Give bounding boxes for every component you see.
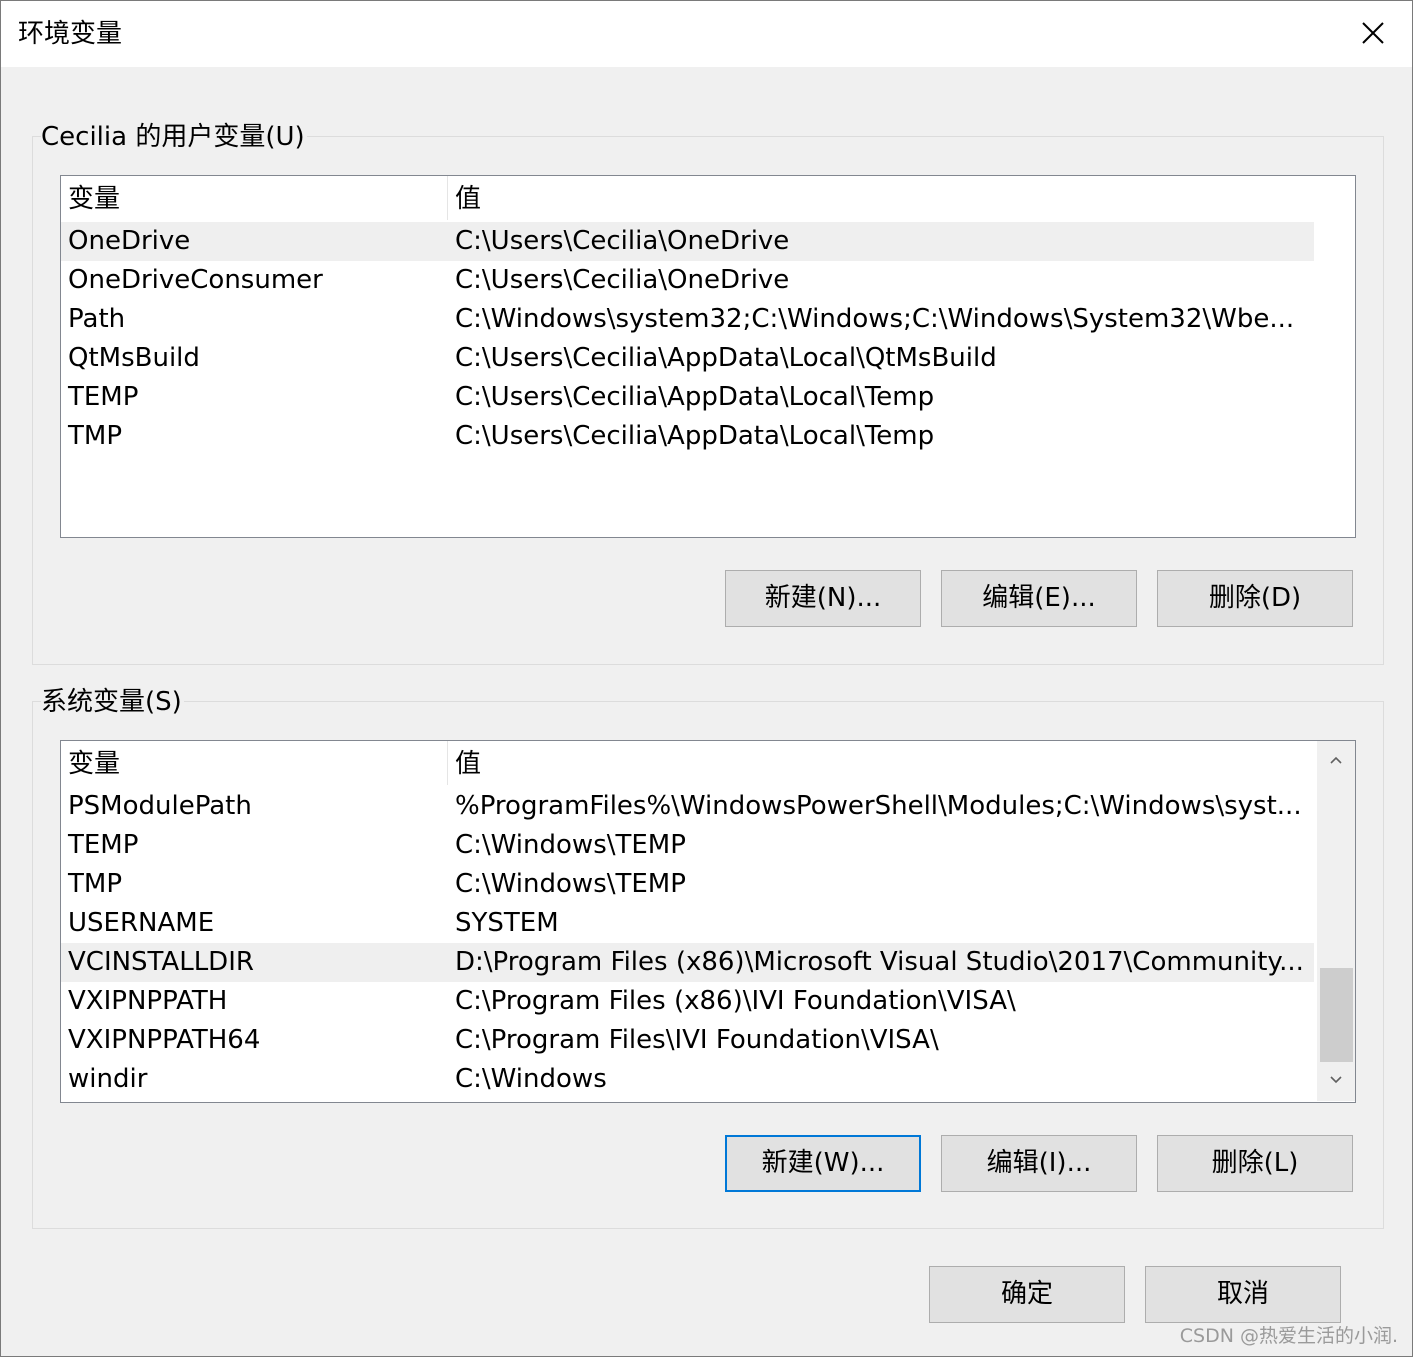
variable-name: TEMP <box>68 830 139 860</box>
table-row[interactable]: QtMsBuild C:\Users\Cecilia\AppData\Local\… <box>61 339 1314 378</box>
chevron-down-icon <box>1330 1076 1342 1084</box>
scroll-up-button[interactable] <box>1317 741 1355 781</box>
table-row[interactable]: PSModulePath %ProgramFiles%\WindowsPowerS… <box>61 787 1314 826</box>
user-new-button[interactable]: 新建(N)... <box>725 570 921 627</box>
variable-value: C:\Users\Cecilia\OneDrive <box>455 265 790 295</box>
title-bar[interactable]: 环境变量 <box>1 1 1412 67</box>
user-delete-button[interactable]: 删除(D) <box>1157 570 1353 627</box>
list-header: 变量 值 <box>61 741 1314 785</box>
user-variables-label: Cecilia 的用户变量(U) <box>41 120 307 154</box>
table-row[interactable]: USERNAME SYSTEM <box>61 904 1314 943</box>
variable-name: PSModulePath <box>68 791 252 821</box>
system-edit-button[interactable]: 编辑(I)... <box>941 1135 1137 1192</box>
table-row[interactable]: TEMP C:\Windows\TEMP <box>61 826 1314 865</box>
system-delete-button[interactable]: 删除(L) <box>1157 1135 1353 1192</box>
watermark: CSDN @热爱生活的小润. <box>1179 1325 1398 1347</box>
scroll-down-button[interactable] <box>1317 1061 1355 1101</box>
vertical-scrollbar[interactable] <box>1317 741 1355 1101</box>
variable-name: TMP <box>68 421 122 451</box>
column-divider[interactable] <box>447 176 448 220</box>
variable-value: C:\Windows\system32;C:\Windows;C:\Window… <box>455 304 1295 334</box>
variable-name: OneDrive <box>68 226 191 256</box>
variable-name: OneDriveConsumer <box>68 265 323 295</box>
column-header-value[interactable]: 值 <box>455 176 1315 222</box>
variable-value: C:\Users\Cecilia\OneDrive <box>455 226 790 256</box>
variable-name: TEMP <box>68 382 139 412</box>
system-variables-label: 系统变量(S) <box>41 685 184 719</box>
variable-name: VXIPNPPATH64 <box>68 1025 261 1055</box>
cancel-button[interactable]: 取消 <box>1145 1266 1341 1323</box>
variable-value: C:\Program Files\IVI Foundation\VISA\ <box>455 1025 939 1055</box>
variable-value: C:\Windows\TEMP <box>455 830 686 860</box>
table-row[interactable]: VCINSTALLDIR D:\Program Files (x86)\Micro… <box>61 943 1314 982</box>
user-edit-button[interactable]: 编辑(E)... <box>941 570 1137 627</box>
system-new-button[interactable]: 新建(W)... <box>725 1135 921 1192</box>
variable-value: %ProgramFiles%\WindowsPowerShell\Modules… <box>455 791 1302 821</box>
table-row[interactable]: TMP C:\Users\Cecilia\AppData\Local\Temp <box>61 417 1314 456</box>
table-row[interactable]: windir C:\Windows <box>61 1060 1314 1099</box>
table-row[interactable]: VXIPNPPATH64 C:\Program Files\IVI Foundat… <box>61 1021 1314 1060</box>
variable-value: C:\Program Files (x86)\IVI Foundation\VI… <box>455 986 1016 1016</box>
scroll-thumb[interactable] <box>1320 968 1353 1062</box>
column-divider[interactable] <box>447 741 448 785</box>
variable-name: windir <box>68 1064 148 1094</box>
table-row[interactable]: TMP C:\Windows\TEMP <box>61 865 1314 904</box>
variable-name: VCINSTALLDIR <box>68 947 254 977</box>
ok-button[interactable]: 确定 <box>929 1266 1125 1323</box>
variable-name: Path <box>68 304 126 334</box>
column-header-value[interactable]: 值 <box>455 741 1315 787</box>
table-row[interactable]: VXIPNPPATH C:\Program Files (x86)\IVI Fou… <box>61 982 1314 1021</box>
variable-value: C:\Windows\TEMP <box>455 869 686 899</box>
list-header: 变量 值 <box>61 176 1314 220</box>
table-row[interactable]: OneDriveConsumer C:\Users\Cecilia\OneDriv… <box>61 261 1314 300</box>
variable-name: VXIPNPPATH <box>68 986 228 1016</box>
variable-value: C:\Users\Cecilia\AppData\Local\Temp <box>455 421 935 451</box>
table-row[interactable]: Path C:\Windows\system32;C:\Windows;C:\Wi… <box>61 300 1314 339</box>
window-title: 环境变量 <box>18 19 123 49</box>
variable-value: C:\Users\Cecilia\AppData\Local\Temp <box>455 382 935 412</box>
variable-value: D:\Program Files (x86)\Microsoft Visual … <box>455 947 1304 977</box>
close-button[interactable] <box>1332 1 1412 67</box>
close-icon <box>1362 22 1384 44</box>
user-variables-list[interactable]: 变量 值 OneDrive C:\Users\Cecilia\OneDrive On… <box>60 175 1356 538</box>
variable-name: QtMsBuild <box>68 343 200 373</box>
chevron-up-icon <box>1330 756 1342 764</box>
variable-name: TMP <box>68 869 122 899</box>
variable-value: C:\Users\Cecilia\AppData\Local\QtMsBuild <box>455 343 997 373</box>
column-header-variable[interactable]: 变量 <box>68 176 120 222</box>
environment-variables-dialog: 环境变量 Cecilia 的用户变量(U) 变量 值 OneDrive C:\Us… <box>0 0 1413 1357</box>
table-row[interactable]: OneDrive C:\Users\Cecilia\OneDrive <box>61 222 1314 261</box>
variable-value: SYSTEM <box>455 908 559 938</box>
column-header-variable[interactable]: 变量 <box>68 741 120 787</box>
table-row[interactable]: TEMP C:\Users\Cecilia\AppData\Local\Temp <box>61 378 1314 417</box>
system-variables-list[interactable]: 变量 值 PSModulePath %ProgramFiles%\WindowsP… <box>60 740 1356 1103</box>
variable-name: USERNAME <box>68 908 215 938</box>
variable-value: C:\Windows <box>455 1064 607 1094</box>
